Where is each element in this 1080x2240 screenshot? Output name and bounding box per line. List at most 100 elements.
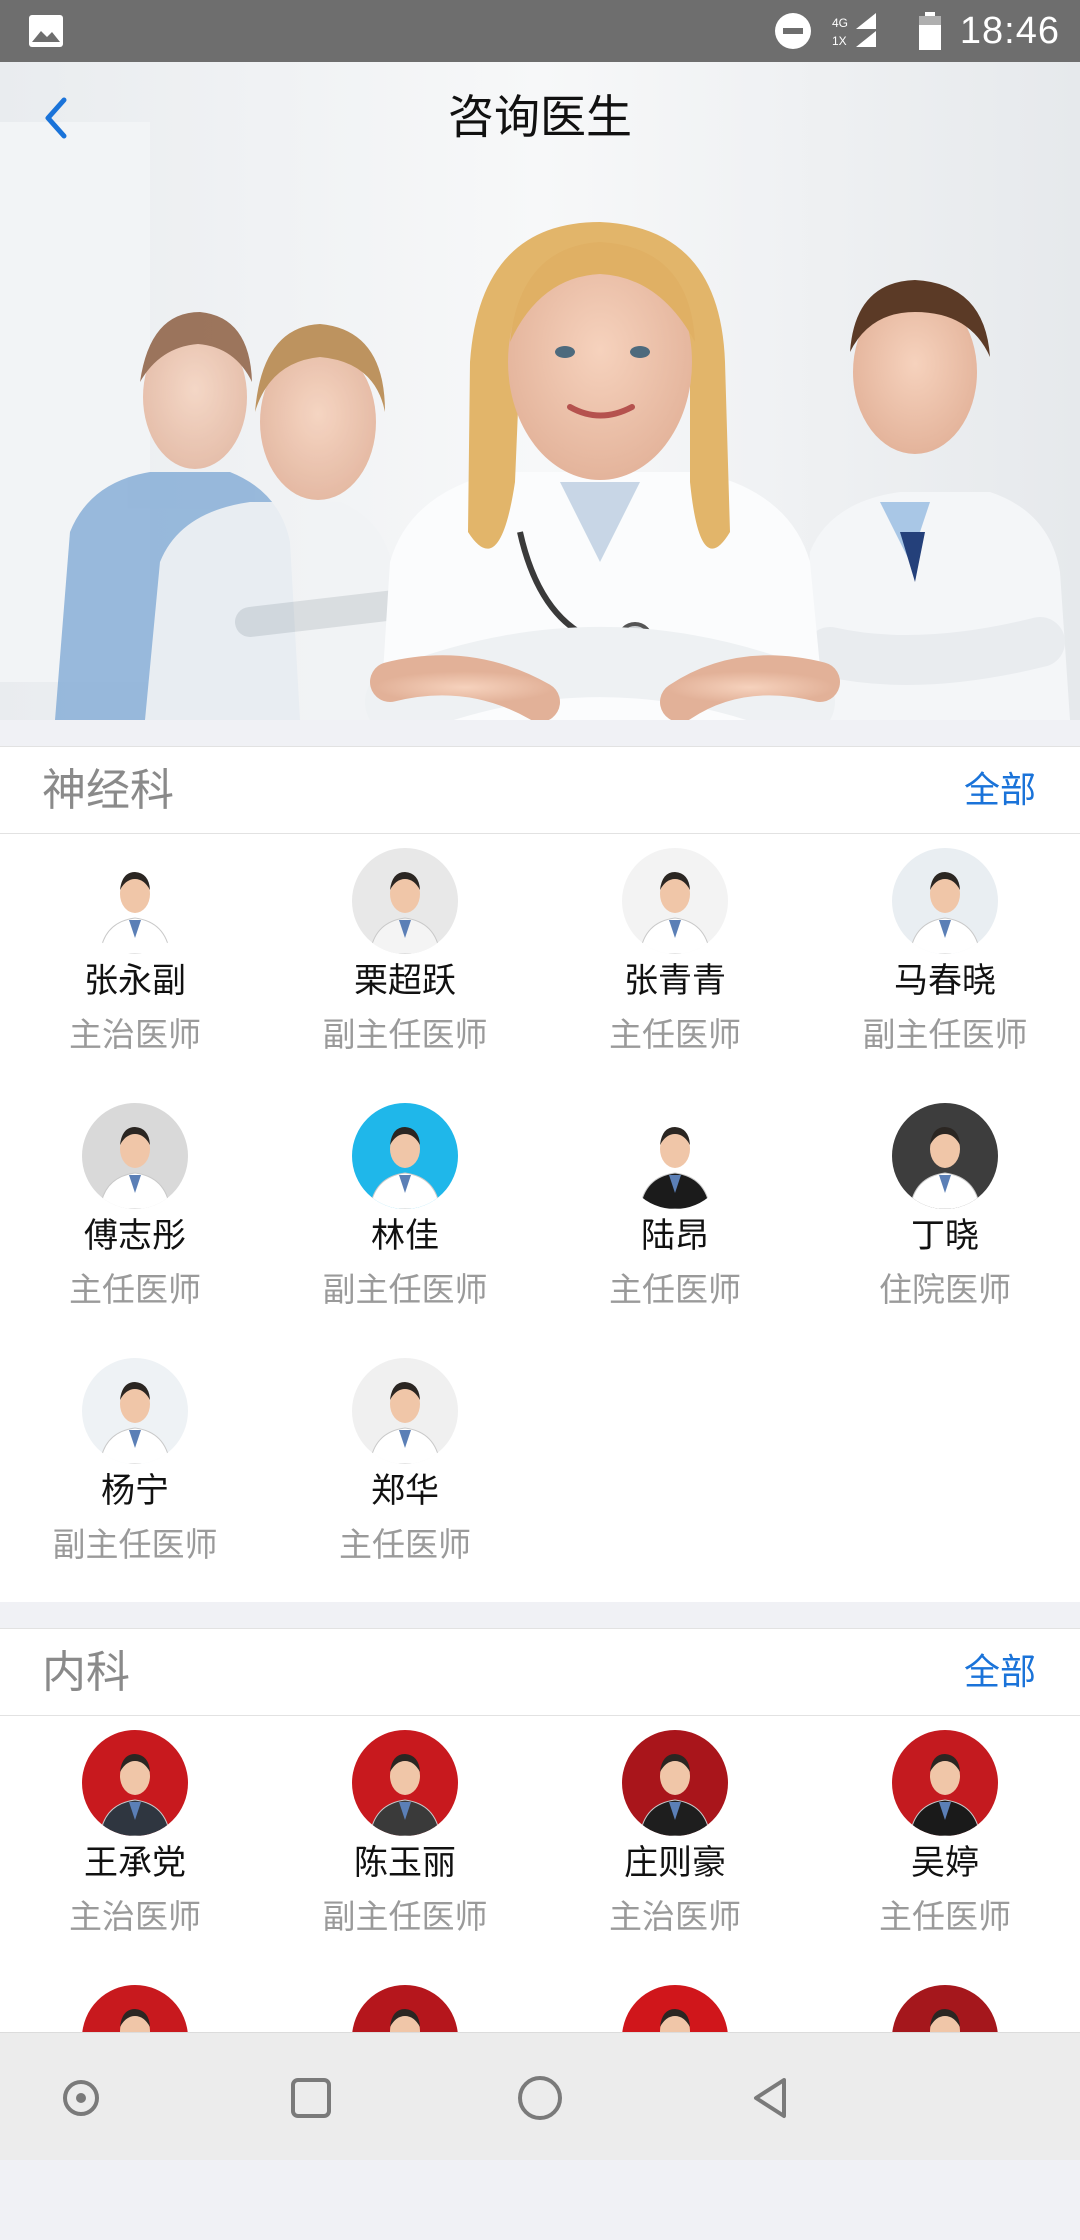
doctor-name: 陆昂 [641, 1216, 709, 1256]
doctor-title: 副主任医师 [52, 1525, 218, 1564]
avatar [622, 1103, 728, 1209]
doctor-card[interactable]: 郑华 主任医师 [270, 1358, 540, 1613]
avatar [622, 848, 728, 954]
back-triangle-icon [754, 2078, 786, 2118]
gallery-notification-icon [29, 15, 63, 47]
clock: 18:46 [959, 9, 1060, 52]
doctor-card[interactable]: 丁晓 住院医师 [810, 1103, 1080, 1358]
page-title: 咨询医生 [448, 90, 632, 144]
doctor-name: 郑华 [371, 1471, 439, 1511]
doctor-card[interactable]: 王承党 主治医师 [0, 1730, 270, 1985]
doctor-photo [82, 1730, 188, 1836]
doctor-photo [352, 1730, 458, 1836]
view-all-link[interactable]: 全部 [964, 747, 1036, 835]
circle-dot-icon [63, 2080, 99, 2116]
doctor-title: 主任医师 [609, 1270, 741, 1309]
doctor-title: 主任医师 [879, 1897, 1011, 1936]
doctor-card[interactable]: 张永副 主治医师 [0, 848, 270, 1103]
view-all-link[interactable]: 全部 [964, 1629, 1036, 1717]
avatar [82, 848, 188, 954]
doctor-name: 马春晓 [894, 961, 996, 1001]
avatar [352, 1103, 458, 1209]
doctor-title: 主治医师 [69, 1897, 201, 1936]
home-circle-icon [518, 2076, 562, 2120]
doctor-photo [82, 848, 188, 954]
recents-square-icon [291, 2078, 331, 2118]
doctor-title: 住院医师 [879, 1270, 1011, 1309]
department-section-neurology: 神经科 全部 张永副 主治医师 栗超跃 副主任医师 张青青 主任医师 马春晓 副主任医师 傅志彤… [0, 746, 1080, 1602]
doctor-name: 傅志彤 [84, 1216, 186, 1256]
doctor-photo [352, 1358, 458, 1464]
doctor-title: 主治医师 [69, 1015, 201, 1054]
signal-icon: 4G 1X [832, 13, 876, 48]
doctor-photo [82, 1358, 188, 1464]
doctor-card[interactable]: 陆昂 主任医师 [540, 1103, 810, 1358]
assistant-button[interactable] [46, 2063, 116, 2133]
system-nav-bar [0, 2032, 1080, 2160]
avatar [892, 1103, 998, 1209]
doctor-title: 主任医师 [69, 1270, 201, 1309]
section-header: 神经科 全部 [0, 746, 1080, 834]
doctor-title: 主任医师 [339, 1525, 471, 1564]
doctor-card[interactable]: 吴婷 主任医师 [810, 1730, 1080, 1985]
doctor-card[interactable]: 陈玉丽 副主任医师 [270, 1730, 540, 1985]
avatar [352, 848, 458, 954]
avatar [352, 1730, 458, 1836]
doctor-card[interactable]: 傅志彤 主任医师 [0, 1103, 270, 1358]
doctor-name: 陈玉丽 [354, 1843, 456, 1883]
recents-button[interactable] [276, 2063, 346, 2133]
do-not-disturb-icon [774, 13, 811, 49]
doctor-grid: 王承党 主治医师 陈玉丽 副主任医师 庄则豪 主治医师 吴婷 主任医师 [0, 1716, 1080, 2240]
doctor-name: 杨宁 [101, 1471, 169, 1511]
avatar [622, 1730, 728, 1836]
avatar [82, 1103, 188, 1209]
doctor-photo [352, 1103, 458, 1209]
doctor-title: 副主任医师 [322, 1897, 488, 1936]
doctor-name: 栗超跃 [354, 961, 456, 1001]
doctor-photo [622, 1730, 728, 1836]
doctor-photo [622, 1103, 728, 1209]
doctor-title: 副主任医师 [322, 1015, 488, 1054]
doctor-card[interactable]: 张青青 主任医师 [540, 848, 810, 1103]
doctor-name: 吴婷 [911, 1843, 979, 1883]
section-header: 内科 全部 [0, 1628, 1080, 1716]
doctor-card[interactable]: 庄则豪 主治医师 [540, 1730, 810, 1985]
doctor-card[interactable]: 栗超跃 副主任医师 [270, 848, 540, 1103]
doctor-name: 张永副 [84, 961, 186, 1001]
network-sub-label: 1X [832, 34, 847, 48]
network-label: 4G [832, 16, 848, 30]
doctor-card[interactable]: 马春晓 副主任医师 [810, 848, 1080, 1103]
doctor-photo [82, 1103, 188, 1209]
chevron-left-icon [45, 97, 67, 139]
back-button[interactable] [30, 90, 86, 146]
avatar [82, 1358, 188, 1464]
avatar [82, 1730, 188, 1836]
avatar [892, 848, 998, 954]
doctor-title: 副主任医师 [322, 1270, 488, 1309]
doctor-title: 副主任医师 [862, 1015, 1028, 1054]
doctor-grid: 张永副 主治医师 栗超跃 副主任医师 张青青 主任医师 马春晓 副主任医师 傅志彤 主任医师 林佳副… [0, 834, 1080, 1613]
doctor-photo [892, 1730, 998, 1836]
doctor-photo [892, 1103, 998, 1209]
doctor-name: 张青青 [624, 961, 726, 1001]
doctor-name: 丁晓 [911, 1216, 979, 1256]
doctor-name: 林佳 [371, 1216, 439, 1256]
doctor-name: 王承党 [84, 1843, 186, 1883]
department-section-internal-medicine: 内科 全部 王承党 主治医师 陈玉丽 副主任医师 庄则豪 主治医师 吴婷 主任医师 [0, 1628, 1080, 2091]
avatar [352, 1358, 458, 1464]
section-title: 内科 [42, 1647, 130, 1698]
doctor-photo [622, 848, 728, 954]
doctor-card[interactable]: 林佳 副主任医师 [270, 1103, 540, 1358]
back-nav-button[interactable] [735, 2063, 805, 2133]
doctor-card[interactable]: 杨宁 副主任医师 [0, 1358, 270, 1613]
avatar [892, 1730, 998, 1836]
doctor-photo [352, 848, 458, 954]
doctor-name: 庄则豪 [624, 1843, 726, 1883]
doctor-title: 主治医师 [609, 1897, 741, 1936]
section-title: 神经科 [42, 765, 174, 816]
doctor-photo [892, 848, 998, 954]
doctor-title: 主任医师 [609, 1015, 741, 1054]
battery-icon [918, 12, 941, 50]
home-button[interactable] [505, 2063, 575, 2133]
status-bar: 4G 1X 18:46 [0, 0, 1080, 62]
